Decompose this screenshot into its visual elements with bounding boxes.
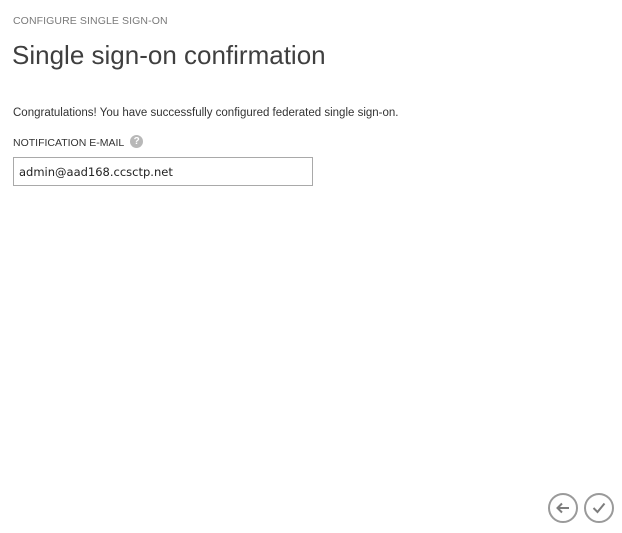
notification-email-field[interactable] (13, 157, 313, 186)
page-title: Single sign-on confirmation (12, 40, 326, 70)
help-icon[interactable]: ? (130, 134, 144, 148)
back-button[interactable] (548, 493, 578, 523)
notification-email-label-row: NOTIFICATION E-MAIL ? (13, 134, 144, 151)
section-label: CONFIGURE SINGLE SIGN-ON (13, 15, 168, 27)
confirm-button[interactable] (584, 493, 614, 523)
success-message: Congratulations! You have successfully c… (13, 107, 399, 119)
arrow-left-icon (556, 502, 570, 514)
configure-sso-dialog: CONFIGURE SINGLE SIGN-ON Single sign-on … (0, 0, 622, 533)
checkmark-icon (592, 502, 606, 514)
notification-email-label: NOTIFICATION E-MAIL (13, 136, 125, 149)
